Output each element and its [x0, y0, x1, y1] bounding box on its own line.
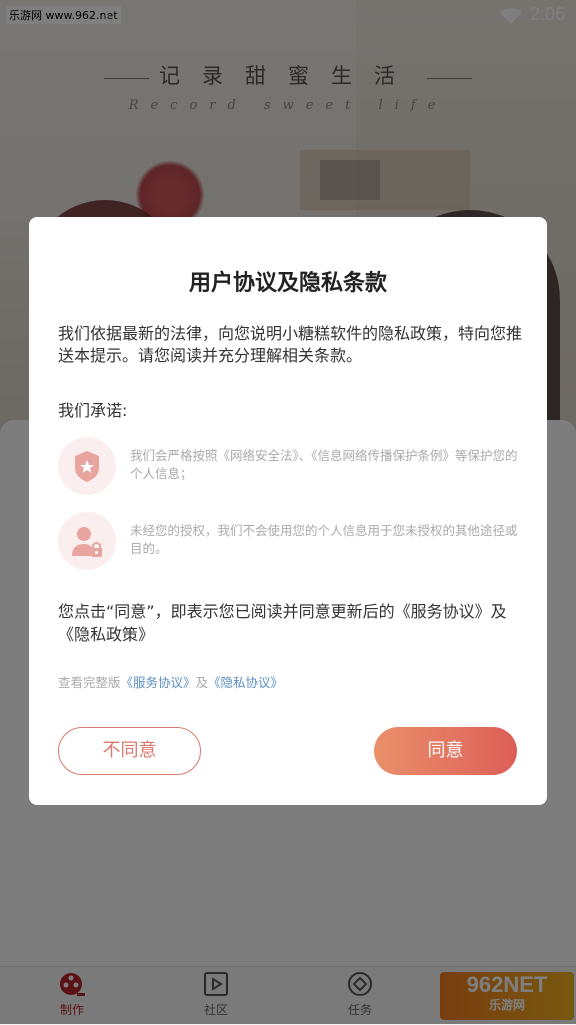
dialog-title: 用户协议及隐私条款	[188, 271, 387, 296]
promise-text: 未经您的授权，我们不会使用您的个人信息用于您未授权的其他途径或目的。	[130, 523, 518, 556]
shield-star-icon	[58, 437, 116, 495]
dialog-intro: 我们依据最新的法律，向您说明小糖糕软件的隐私政策，特向您推送本提示。请您阅读并充…	[58, 324, 523, 365]
promise-text: 我们会严格按照《网络安全法》、《信息网络传播保护条例》等保护您的个人信息；	[130, 448, 518, 481]
service-agreement-link[interactable]: 《服务协议》	[121, 675, 196, 690]
user-lock-icon	[58, 512, 116, 570]
privacy-agreement-link[interactable]: 《隐私协议》	[208, 675, 283, 690]
links-prefix: 查看完整版	[58, 675, 121, 690]
privacy-dialog: 用户协议及隐私条款 我们依据最新的法律，向您说明小糖糕软件的隐私政策，特向您推送…	[29, 217, 547, 805]
links-and: 及	[195, 675, 209, 690]
agreement-links: 查看完整版《服务协议》及《隐私协议》	[58, 672, 283, 691]
promise-item: 未经您的授权，我们不会使用您的个人信息用于您未授权的其他途径或目的。	[58, 512, 528, 572]
disagree-button[interactable]: 不同意	[58, 727, 201, 775]
consent-text: 您点击“同意”，即表示您已阅读并同意更新后的《服务协议》及《隐私政策》	[58, 602, 507, 644]
promise-item: 我们会严格按照《网络安全法》、《信息网络传播保护条例》等保护您的个人信息；	[58, 437, 528, 497]
agree-button[interactable]: 同意	[374, 727, 517, 775]
promise-label: 我们承诺:	[58, 401, 128, 420]
